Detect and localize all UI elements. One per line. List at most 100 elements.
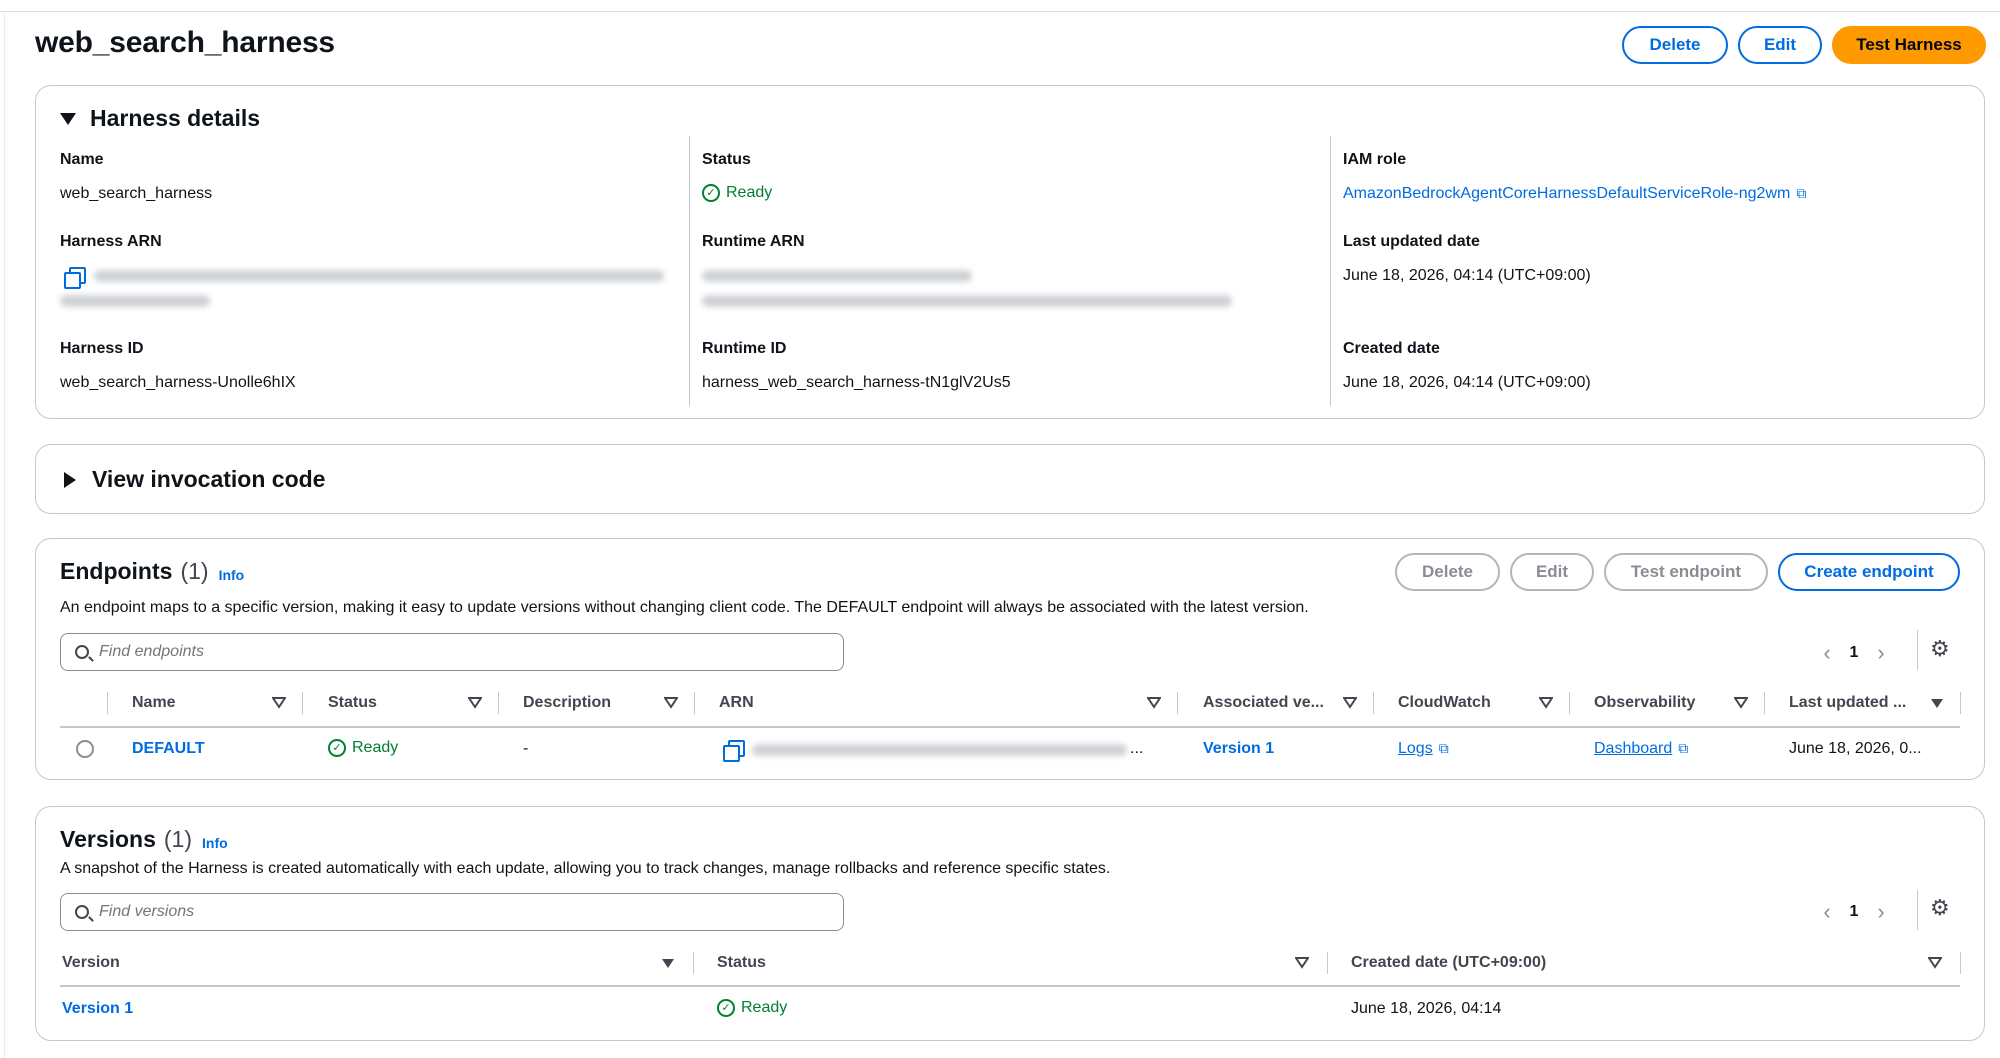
- caret-right-icon: [64, 471, 76, 488]
- header-divider: [694, 692, 695, 714]
- versions-info-link[interactable]: Info: [202, 835, 228, 851]
- last-updated-label: Last updated date: [1343, 233, 1480, 250]
- col-created-date[interactable]: Created date (UTC+09:00): [1351, 954, 1546, 972]
- status-success-icon: ✓: [717, 999, 735, 1017]
- harness-id-label: Harness ID: [60, 340, 144, 357]
- delete-harness-button[interactable]: Delete: [1622, 26, 1728, 64]
- version-created-date: June 18, 2026, 04:14: [1351, 1000, 1502, 1017]
- table-header-rule: [60, 985, 1960, 987]
- settings-gear-icon[interactable]: ⚙: [1930, 636, 1950, 662]
- arn-ellipsis: ...: [1130, 740, 1144, 757]
- edit-endpoint-button[interactable]: Edit: [1510, 553, 1594, 591]
- search-icon: [75, 645, 89, 659]
- edit-harness-button[interactable]: Edit: [1738, 26, 1822, 64]
- test-harness-button[interactable]: Test Harness: [1832, 26, 1986, 64]
- sort-icon[interactable]: [1928, 957, 1942, 969]
- observability-dashboard-link[interactable]: Dashboard ⧉: [1594, 740, 1688, 758]
- page-number[interactable]: 1: [1842, 644, 1866, 662]
- search-icon: [75, 905, 89, 919]
- chevron-left-icon[interactable]: ‹: [1812, 899, 1842, 925]
- iam-role-link[interactable]: AmazonBedrockAgentCoreHarnessDefaultServ…: [1343, 185, 1806, 203]
- find-versions-input[interactable]: [99, 903, 739, 921]
- logs-link-text: Logs: [1398, 740, 1433, 757]
- header-divider: [498, 692, 499, 714]
- col-last-updated[interactable]: Last updated ...: [1789, 694, 1906, 712]
- status-text: Ready: [726, 184, 773, 201]
- page-number[interactable]: 1: [1842, 903, 1866, 921]
- redacted-runtime-arn: [702, 295, 1232, 307]
- pagination-divider: [1917, 630, 1918, 670]
- col-arn[interactable]: ARN: [719, 694, 754, 712]
- name-value: web_search_harness: [60, 185, 213, 202]
- endpoints-title: Endpoints: [60, 558, 173, 584]
- versions-count: (1): [163, 826, 193, 852]
- external-link-icon: ⧉: [1438, 740, 1449, 756]
- associated-version-link[interactable]: Version 1: [1203, 740, 1274, 758]
- sort-icon[interactable]: [272, 697, 286, 709]
- sort-icon[interactable]: [664, 697, 678, 709]
- find-endpoints-search[interactable]: [60, 633, 844, 671]
- column-divider: [689, 136, 690, 406]
- col-cloudwatch[interactable]: CloudWatch: [1398, 694, 1491, 712]
- table-header-rule: [60, 726, 1960, 728]
- status-value: ✓ Ready: [702, 184, 772, 202]
- iam-role-label: IAM role: [1343, 151, 1407, 168]
- col-version[interactable]: Version: [62, 954, 120, 972]
- col-associated-version[interactable]: Associated ve...: [1203, 694, 1324, 712]
- version-link[interactable]: Version 1: [62, 1000, 133, 1018]
- find-versions-search[interactable]: [60, 893, 844, 931]
- harness-id-value: web_search_harness-Unolle6hIX: [60, 374, 296, 391]
- redacted-endpoint-arn: [752, 744, 1127, 756]
- create-endpoint-button[interactable]: Create endpoint: [1778, 553, 1960, 591]
- chevron-left-icon[interactable]: ‹: [1812, 640, 1842, 666]
- endpoint-status-text: Ready: [352, 739, 399, 756]
- versions-description: A snapshot of the Harness is created aut…: [60, 860, 1111, 877]
- col-description[interactable]: Description: [523, 694, 611, 712]
- runtime-arn-label: Runtime ARN: [702, 233, 805, 250]
- header-divider: [1960, 692, 1961, 714]
- redacted-runtime-arn: [702, 270, 972, 282]
- col-status[interactable]: Status: [717, 954, 766, 972]
- endpoint-status: ✓ Ready: [328, 739, 398, 757]
- top-divider: [0, 11, 2000, 12]
- test-endpoint-button[interactable]: Test endpoint: [1604, 553, 1768, 591]
- runtime-id-value: harness_web_search_harness-tN1glV2Us5: [702, 374, 1011, 391]
- sort-icon[interactable]: [1734, 697, 1748, 709]
- col-observability[interactable]: Observability: [1594, 694, 1695, 712]
- sort-icon[interactable]: [1931, 699, 1943, 708]
- row-select-radio[interactable]: [76, 740, 94, 758]
- col-name[interactable]: Name: [132, 694, 176, 712]
- endpoints-count: (1): [180, 558, 209, 584]
- find-endpoints-input[interactable]: [99, 643, 739, 661]
- invocation-code-header[interactable]: View invocation code: [60, 466, 325, 493]
- sort-icon[interactable]: [1295, 957, 1309, 969]
- cloudwatch-logs-link[interactable]: Logs ⧉: [1398, 740, 1449, 758]
- endpoints-description: An endpoint maps to a specific version, …: [60, 599, 1309, 616]
- redacted-harness-arn: [60, 295, 210, 307]
- pagination-divider: [1917, 890, 1918, 930]
- chevron-right-icon[interactable]: ›: [1866, 899, 1896, 925]
- chevron-right-icon[interactable]: ›: [1866, 640, 1896, 666]
- copy-icon[interactable]: [723, 740, 745, 762]
- col-status[interactable]: Status: [328, 694, 377, 712]
- endpoints-info-link[interactable]: Info: [219, 567, 245, 583]
- header-divider: [107, 692, 108, 714]
- last-updated-value: June 18, 2026, 04:14 (UTC+09:00): [1343, 267, 1591, 284]
- header-divider: [1327, 952, 1328, 974]
- copy-icon[interactable]: [64, 267, 86, 289]
- status-label: Status: [702, 151, 751, 168]
- settings-gear-icon[interactable]: ⚙: [1930, 895, 1950, 921]
- created-date-label: Created date: [1343, 340, 1440, 357]
- sort-icon[interactable]: [1539, 697, 1553, 709]
- sort-icon[interactable]: [1147, 697, 1161, 709]
- sort-icon[interactable]: [1343, 697, 1357, 709]
- harness-details-header[interactable]: Harness details: [60, 105, 260, 132]
- endpoint-description: -: [523, 740, 529, 757]
- sort-icon[interactable]: [662, 959, 674, 968]
- endpoint-name-link[interactable]: DEFAULT: [132, 740, 205, 758]
- endpoint-last-updated: June 18, 2026, 0...: [1789, 740, 1922, 757]
- redacted-harness-arn: [94, 270, 664, 282]
- delete-endpoint-button[interactable]: Delete: [1395, 553, 1500, 591]
- header-divider: [693, 952, 694, 974]
- sort-icon[interactable]: [468, 697, 482, 709]
